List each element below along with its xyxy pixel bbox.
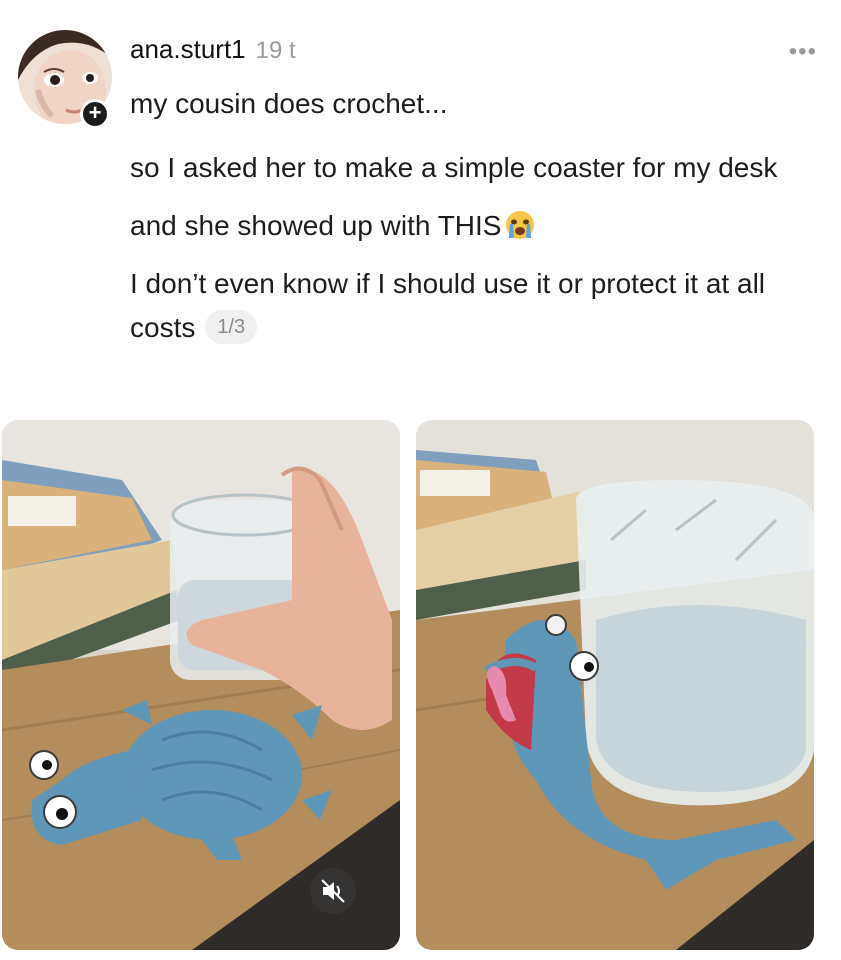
post-line: my cousin does crochet... — [130, 88, 448, 119]
timestamp: 19 t — [255, 37, 296, 64]
post-text: my cousin does crochet... so I asked her… — [130, 82, 820, 364]
speaker-muted-icon[interactable] — [310, 868, 356, 914]
post-line: I don’t even know if I should use it or … — [130, 268, 766, 344]
page-indicator: 1/3 — [205, 310, 258, 344]
username[interactable]: ana.sturt1 — [130, 34, 246, 65]
follow-plus-icon[interactable]: + — [80, 99, 110, 129]
crying-face-icon — [505, 209, 535, 239]
media-photo-2[interactable] — [416, 420, 814, 950]
post-header: ana.sturt1 19 t — [130, 34, 296, 68]
post-line: and she showed up with THIS — [130, 204, 820, 248]
media-photo-1[interactable] — [2, 420, 400, 950]
post-line: so I asked her to make a simple coaster … — [130, 152, 778, 183]
more-options-icon[interactable]: ••• — [789, 38, 817, 66]
